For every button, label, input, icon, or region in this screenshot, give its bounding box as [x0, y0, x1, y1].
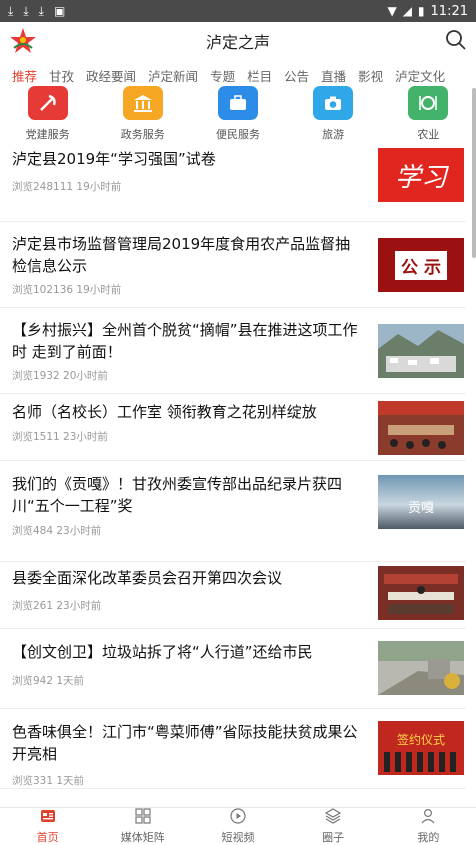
briefcase-icon [217, 86, 258, 120]
news-title: 【创文创卫】垃圾站拆了将“人行道”还给市民 [12, 643, 313, 661]
news-title: 泸定县2019年“学习强国”试卷 [12, 150, 216, 168]
news-thumbnail [378, 324, 464, 378]
tab-8[interactable]: 影视 [358, 66, 383, 85]
news-item[interactable]: 名师（名校长）工作室 领衔教育之花别样绽放浏览1511 23小时前 [0, 394, 466, 461]
bottom-nav-item[interactable]: 我的 [388, 808, 468, 845]
bottom-nav-label: 媒体矩阵 [120, 830, 165, 844]
app-notification-icon: ▣ [53, 4, 66, 18]
service-3[interactable]: 旅游 [293, 86, 373, 142]
news-feed: 泸定县2019年“学习强国”试卷 浏览248111 19小时前 学习 泸定县市场监督管… [0, 143, 476, 789]
bottom-nav-item[interactable]: 首页 [8, 808, 88, 845]
news-item[interactable]: 我们的《贡嘎》！甘孜州委宣传部出品纪录片获四川“五个一工程”奖浏览484 23小… [0, 461, 466, 562]
news-meta: 浏览331 1天前 [12, 775, 85, 787]
news-meta: 浏览248111 19小时前 [12, 181, 122, 193]
news-thumbnail [378, 641, 464, 695]
layers-icon [324, 807, 342, 828]
bottom-nav-item[interactable]: 圈子 [293, 807, 373, 845]
service-1[interactable]: 政务服务 [103, 86, 183, 142]
bottom-nav-label: 我的 [417, 830, 440, 844]
news-thumbnail: 公 示 [378, 238, 464, 292]
bottom-nav-label: 短视频 [221, 830, 255, 844]
service-label: 旅游 [322, 128, 345, 141]
bottom-nav-label: 圈子 [322, 830, 345, 844]
service-2[interactable]: 便民服务 [198, 86, 278, 142]
bottom-nav-item[interactable]: 媒体矩阵 [103, 807, 183, 845]
news-item[interactable]: 县委全面深化改革委员会召开第四次会议浏览261 23小时前 [0, 562, 466, 629]
download-icon: ⤓ [23, 4, 29, 18]
tab-6[interactable]: 公告 [284, 66, 309, 85]
news-item[interactable]: 泸定县市场监督管理局2019年度食用农产品监督抽检信息公示浏览102136 19… [0, 222, 466, 308]
play-icon [230, 807, 246, 828]
service-shortcuts: 党建服务 政务服务 便民服务 旅游 农业 [0, 86, 476, 141]
notification-icons: ⤓ ⤓ ⤓ ▣ [8, 5, 65, 17]
app-bar: 泸定之声 [0, 22, 476, 60]
service-label: 政务服务 [120, 128, 165, 141]
service-label: 农业 [417, 128, 440, 141]
download-icon: ⤓ [38, 4, 44, 18]
news-title: 【乡村振兴】全州首个脱贫“摘帽”县在推进这项工作时 走到了前面！ [12, 321, 358, 361]
news-meta: 浏览1511 23小时前 [12, 431, 108, 443]
tab-4[interactable]: 专题 [210, 66, 235, 85]
news-meta: 浏览1932 20小时前 [12, 370, 108, 382]
bottom-nav-item[interactable]: 短视频 [198, 807, 278, 845]
service-label: 便民服务 [215, 128, 260, 141]
news-title: 泸定县市场监督管理局2019年度食用农产品监督抽检信息公示 [12, 235, 351, 275]
news-thumbnail: 签约仪式 [378, 721, 464, 775]
tab-0[interactable]: 推荐 [12, 66, 37, 85]
status-time: 11:21 [430, 3, 468, 19]
signal-icon: ◢ [402, 4, 412, 18]
news-thumbnail [378, 566, 464, 620]
app-title: 泸定之声 [205, 33, 270, 52]
battery-icon: ▮ [417, 4, 425, 18]
tab-7[interactable]: 直播 [321, 66, 346, 85]
category-tabs: 推荐 甘孜 政经要闻 泸定新闻 专题 栏目 公告 直播 影视 泸定文化 [0, 62, 476, 88]
news-thumbnail: 贡嘎 [378, 475, 464, 529]
news-item[interactable]: 【乡村振兴】全州首个脱贫“摘帽”县在推进这项工作时 走到了前面！ 浏览1932 2… [0, 308, 466, 394]
status-bar: ⤓ ⤓ ⤓ ▣ ▼ ◢ ▮ 11:21 [0, 0, 476, 22]
home-icon [40, 808, 56, 828]
tab-3[interactable]: 泸定新闻 [148, 66, 198, 85]
government-building-icon [122, 86, 163, 120]
news-thumbnail: 学习 [378, 148, 464, 202]
tab-5[interactable]: 栏目 [247, 66, 272, 85]
service-4[interactable]: 农业 [388, 86, 468, 142]
download-icon: ⤓ [8, 4, 14, 18]
news-meta: 浏览942 1天前 [12, 675, 85, 687]
news-meta: 浏览102136 19小时前 [12, 284, 122, 296]
news-title: 我们的《贡嘎》！甘孜州委宣传部出品纪录片获四川“五个一工程”奖 [12, 475, 343, 515]
news-item[interactable]: 泸定县2019年“学习强国”试卷浏览248111 19小时前 学习 [0, 143, 466, 222]
bottom-nav-label: 首页 [36, 830, 59, 844]
dining-icon [408, 86, 449, 120]
news-item[interactable]: 【创文创卫】垃圾站拆了将“人行道”还给市民浏览942 1天前 [0, 629, 466, 709]
tab-9[interactable]: 泸定文化 [395, 66, 445, 85]
search-icon[interactable] [444, 28, 468, 52]
news-title: 县委全面深化改革委员会召开第四次会议 [12, 569, 283, 587]
news-title: 名师（名校长）工作室 领衔教育之花别样绽放 [12, 403, 317, 421]
news-thumbnail [378, 401, 464, 455]
service-label: 党建服务 [25, 128, 70, 141]
camera-icon [313, 86, 354, 120]
grid-icon [135, 807, 151, 828]
news-title: 色香味俱全！江门市“粤菜师傅”省际技能扶贫成果公开亮相 [12, 723, 358, 763]
app-logo[interactable] [8, 26, 38, 56]
news-item[interactable]: 色香味俱全！江门市“粤菜师傅”省际技能扶贫成果公开亮相浏览331 1天前 签约仪式 [0, 709, 466, 789]
bottom-nav: 首页 媒体矩阵 短视频 圈子 我的 [0, 807, 476, 844]
news-meta: 浏览484 23小时前 [12, 525, 102, 537]
service-0[interactable]: 党建服务 [8, 86, 88, 142]
tab-2[interactable]: 政经要闻 [86, 66, 136, 85]
news-meta: 浏览261 23小时前 [12, 600, 102, 612]
hammer-sickle-icon [27, 86, 68, 120]
tab-1[interactable]: 甘孜 [49, 66, 74, 85]
wifi-icon: ▼ [387, 4, 397, 18]
user-icon [420, 808, 436, 828]
